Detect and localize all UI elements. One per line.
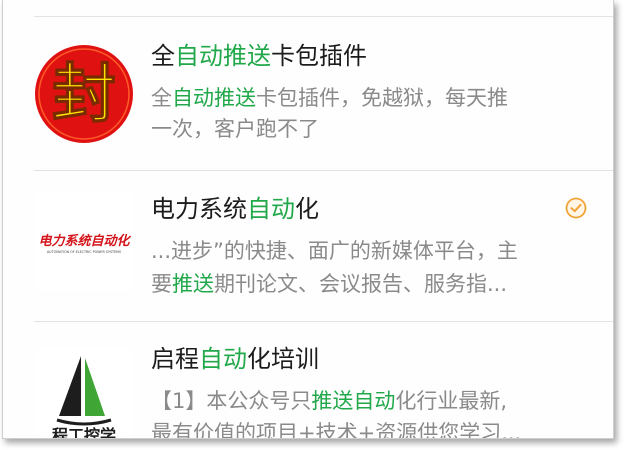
title-text: 全	[151, 42, 175, 70]
result-item-card-plugin[interactable]: 封 全自动推送卡包插件 全自动推送卡包插件，免越狱，每天推 一次，客户跑不了	[3, 17, 613, 170]
result-description: 全自动推送卡包插件，免越狱，每天推	[151, 83, 583, 113]
title-text: 化	[295, 195, 319, 223]
title-highlight: 自动	[199, 345, 247, 373]
desc-text: 全	[151, 86, 172, 110]
title-text: 启程	[151, 345, 199, 373]
result-thumbnail[interactable]: 程工控学	[35, 348, 133, 439]
title-text: 电力系统	[151, 195, 247, 223]
result-thumbnail[interactable]: 封	[35, 45, 133, 143]
desc-text: 一次，客户跑不了	[151, 117, 319, 141]
result-title[interactable]: 电力系统自动化	[151, 194, 319, 224]
seal-glyph: 封	[52, 58, 116, 132]
result-description: 【1】本公众号只推送自动化行业最新,	[151, 386, 583, 416]
sailboat-logo: 程工控学	[35, 348, 133, 439]
desc-text: 要	[151, 272, 172, 296]
desc-text: 期刊论文、会议报告、服务指...	[214, 272, 508, 296]
desc-highlight: 自动推送	[172, 86, 256, 110]
title-text: 化培训	[247, 345, 319, 373]
desc-highlight: 推送自动	[311, 389, 396, 413]
journal-logo-text: 电力系统自动化	[38, 233, 131, 249]
desc-text: ...进步”的快捷、面广的新媒体平台，主	[151, 239, 518, 263]
result-description-line2: 最有价值的项目+技术+资源供您学习...	[151, 418, 583, 439]
desc-text: 化行业最新,	[395, 389, 508, 413]
result-item-power-automation[interactable]: 电力系统自动化 AUTOMATION OF ELECTRIC POWER SYS…	[3, 171, 613, 321]
result-thumbnail[interactable]: 电力系统自动化 AUTOMATION OF ELECTRIC POWER SYS…	[35, 193, 133, 291]
desc-text: 【1】本公众号只	[151, 389, 312, 413]
result-description-line2: 要推送期刊论文、会议报告、服务指...	[151, 269, 583, 299]
desc-highlight: 推送	[172, 272, 214, 296]
search-results-panel: 封 全自动推送卡包插件 全自动推送卡包插件，免越狱，每天推 一次，客户跑不了 电…	[2, 0, 614, 439]
seal-logo: 封	[35, 45, 133, 143]
title-highlight: 自动推送	[175, 42, 271, 70]
journal-logo: 电力系统自动化 AUTOMATION OF ELECTRIC POWER SYS…	[35, 193, 133, 291]
sailboat-logo-text: 程工控学	[52, 426, 116, 439]
title-highlight: 自动	[247, 195, 295, 223]
result-description: ...进步”的快捷、面广的新媒体平台，主	[151, 236, 583, 266]
result-item-qicheng-training[interactable]: 程工控学 启程自动化培训 【1】本公众号只推送自动化行业最新, 最有价值的项目+…	[3, 322, 613, 439]
verified-check-icon	[565, 197, 587, 219]
title-text: 卡包插件	[271, 42, 367, 70]
journal-logo-subtext: AUTOMATION OF ELECTRIC POWER SYSTEMS	[47, 250, 121, 254]
result-title[interactable]: 启程自动化培训	[151, 344, 319, 374]
desc-text: 最有价值的项目+技术+资源供您学习...	[151, 421, 522, 439]
desc-text: 卡包插件，免越狱，每天推	[256, 86, 508, 110]
result-description-line2: 一次，客户跑不了	[151, 114, 583, 144]
result-title[interactable]: 全自动推送卡包插件	[151, 41, 367, 71]
